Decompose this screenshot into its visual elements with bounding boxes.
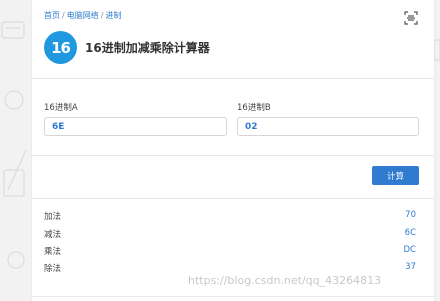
breadcrumb-home-link[interactable]: 首页 bbox=[44, 11, 60, 20]
hex-a-input[interactable] bbox=[44, 117, 227, 136]
page-title: 16进制加减乘除计算器 bbox=[85, 41, 210, 55]
result-row-add: 加法 70 bbox=[44, 210, 416, 224]
result-value: 6C bbox=[404, 228, 416, 238]
input-a-label: 16进制A bbox=[44, 103, 78, 113]
breadcrumb-separator: / bbox=[62, 11, 65, 20]
input-b-label: 16进制B bbox=[237, 103, 271, 113]
hex-b-input[interactable] bbox=[237, 117, 419, 136]
breadcrumb-category-link[interactable]: 电脑网络 bbox=[67, 11, 99, 20]
result-label: 乘法 bbox=[44, 247, 62, 257]
result-row-multiply: 乘法 DC bbox=[44, 245, 416, 259]
header-divider bbox=[32, 78, 434, 79]
breadcrumb: 首页 / 电脑网络 / 进制 bbox=[44, 10, 121, 21]
result-label: 除法 bbox=[44, 264, 62, 274]
result-row-subtract: 减法 6C bbox=[44, 228, 416, 242]
result-value: 37 bbox=[405, 262, 416, 272]
form-divider bbox=[32, 155, 434, 156]
footer-divider bbox=[32, 296, 434, 297]
result-label: 减法 bbox=[44, 230, 62, 240]
app-logo: 16 bbox=[44, 31, 77, 64]
calculate-button[interactable]: 计算 bbox=[372, 166, 419, 185]
result-value: 70 bbox=[405, 210, 416, 220]
calculator-card: 首页/电脑网络/进制 16 16进制加减乘除计算器 16进制A 16进制B 计算… bbox=[32, 0, 434, 301]
results-divider bbox=[32, 198, 434, 199]
watermark: https://blog.csdn.net/qq_43264813 bbox=[188, 274, 382, 287]
result-label: 加法 bbox=[44, 212, 62, 222]
result-value: DC bbox=[403, 245, 416, 255]
scan-icon[interactable] bbox=[404, 11, 418, 25]
breadcrumb-current-link[interactable]: 进制 bbox=[105, 11, 121, 20]
